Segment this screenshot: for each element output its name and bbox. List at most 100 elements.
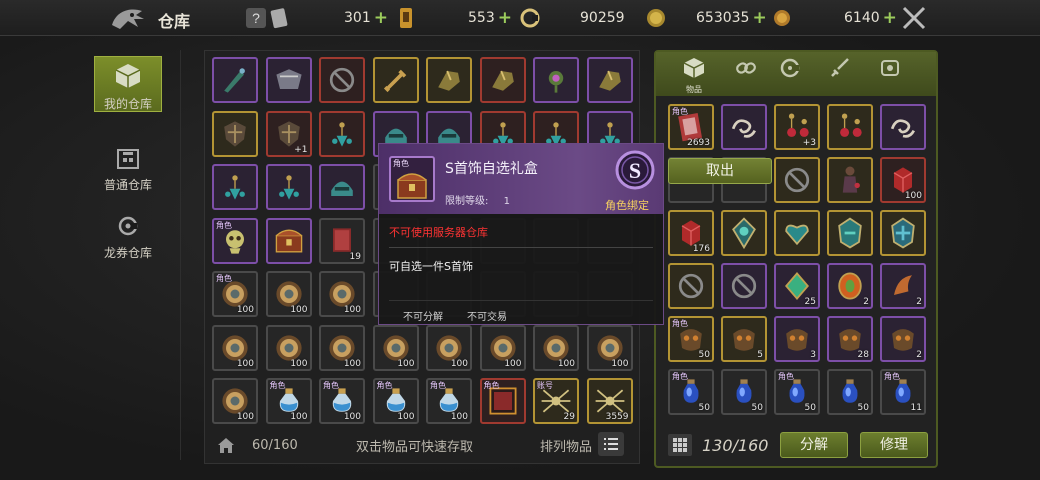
add-gold-button[interactable]: + — [752, 8, 766, 28]
storage-slot[interactable]: 角色 — [212, 217, 258, 264]
inventory-slot[interactable]: 25 — [774, 263, 820, 309]
inventory-slot[interactable]: +3 — [774, 104, 820, 150]
inventory-slot[interactable]: 角色 50 — [668, 316, 714, 362]
storage-slot[interactable]: 100 — [212, 378, 258, 424]
tab-quest[interactable] — [872, 56, 908, 92]
storage-slot[interactable]: 3559 — [586, 378, 633, 424]
inventory-slot[interactable]: 5 — [721, 316, 767, 362]
inventory-slot[interactable]: 3 — [774, 316, 820, 362]
tab-my-storage-label: 我的仓库 — [103, 97, 152, 111]
storage-slot[interactable] — [319, 57, 365, 103]
inventory-slot[interactable]: 2 — [880, 316, 926, 362]
tab-consumables[interactable] — [772, 56, 808, 92]
storage-slot[interactable] — [265, 57, 312, 103]
storage-slot[interactable]: 100 — [533, 324, 579, 371]
inventory-slot[interactable] — [880, 104, 926, 150]
inventory-slot[interactable] — [880, 210, 926, 256]
storage-slot[interactable]: +1 — [265, 110, 312, 157]
tab-dragon-voucher-storage[interactable]: 龙券仓库 — [94, 214, 162, 261]
inventory-slot[interactable]: 角色 11 — [880, 369, 926, 415]
storage-slot[interactable]: 角色 — [479, 378, 526, 424]
inventory-slot[interactable]: 100 — [880, 157, 926, 203]
currency-bronze-value: 6140 — [844, 10, 880, 26]
home-icon[interactable] — [216, 436, 236, 454]
inventory-slot[interactable]: 50 — [827, 369, 873, 415]
item-bind-tag: 角色 — [269, 381, 286, 390]
tooltip-flag-no-decompose: 不可分解 — [403, 312, 443, 323]
take-out-button[interactable]: 取出 — [668, 158, 772, 184]
storage-slot[interactable] — [586, 57, 633, 103]
inventory-slot[interactable] — [827, 104, 873, 150]
inventory-slot[interactable]: 50 — [721, 369, 767, 415]
storage-slot[interactable]: 100 — [265, 324, 312, 371]
figure-icon — [842, 166, 860, 193]
inventory-slot[interactable]: 角色 50 — [668, 369, 714, 415]
storage-slot[interactable]: 100 — [319, 271, 365, 317]
tab-items[interactable]: 物品 — [676, 56, 712, 94]
tab-accessories[interactable] — [728, 56, 764, 92]
storage-slot[interactable]: 100 — [319, 324, 365, 371]
gauntlet-icon — [438, 70, 460, 91]
help-icon[interactable]: ? — [244, 6, 268, 30]
storage-slot[interactable] — [319, 164, 365, 210]
inventory-slot[interactable]: 角色 50 — [774, 369, 820, 415]
inventory-slot[interactable]: 角色 2693 — [668, 104, 714, 150]
tab-weapons[interactable] — [822, 56, 858, 92]
item-count: 50 — [698, 350, 710, 360]
storage-slot[interactable]: 角色 100 — [212, 271, 258, 317]
decompose-button[interactable]: 分解 — [780, 432, 848, 458]
storage-slot[interactable]: 100 — [212, 324, 258, 371]
storage-slot[interactable]: 100 — [426, 324, 472, 371]
add-voucher-button[interactable]: + — [498, 8, 512, 28]
dragon-logo-icon — [112, 9, 144, 30]
storage-slot[interactable]: 角色 100 — [426, 378, 472, 424]
storage-slot[interactable] — [372, 57, 419, 103]
inventory-slot[interactable] — [668, 263, 714, 309]
sort-items-button[interactable] — [598, 432, 624, 456]
storage-slot[interactable] — [533, 57, 579, 103]
inventory-slot[interactable]: 28 — [827, 316, 873, 362]
storage-slot[interactable] — [479, 57, 526, 103]
grid-icon — [673, 438, 687, 452]
inventory-slot[interactable]: 176 — [668, 210, 714, 256]
storage-slot[interactable]: 19 — [319, 217, 365, 264]
storage-slot[interactable]: 100 — [479, 324, 526, 371]
storage-slot[interactable] — [212, 57, 258, 103]
storage-slot[interactable]: 角色 100 — [265, 378, 312, 424]
item-count: 2 — [863, 297, 869, 307]
storage-slot[interactable]: 账号 29 — [533, 378, 579, 424]
storage-slot[interactable] — [265, 164, 312, 210]
gold-coin-icon — [647, 9, 665, 27]
grid-view-button[interactable] — [668, 434, 692, 456]
tab-my-storage[interactable]: 我的仓库 — [94, 56, 162, 112]
repair-button[interactable]: 修理 — [860, 432, 928, 458]
add-bronze-button[interactable]: + — [883, 8, 897, 28]
add-ticket-button[interactable]: + — [374, 8, 388, 28]
inventory-slot[interactable] — [721, 210, 767, 256]
storage-slot[interactable]: 角色 100 — [372, 378, 419, 424]
storage-slot[interactable]: 100 — [586, 324, 633, 371]
inventory-slot[interactable] — [721, 104, 767, 150]
tooltip-level-requirement: 限制等级: 1 — [445, 192, 510, 207]
inventory-slot[interactable] — [774, 210, 820, 256]
inventory-slot[interactable] — [774, 157, 820, 203]
item-count: 25 — [804, 297, 816, 307]
sort-items-label[interactable]: 排列物品 — [540, 436, 592, 455]
storage-slot[interactable] — [265, 217, 312, 264]
storage-slot[interactable] — [319, 110, 365, 157]
storage-slot[interactable] — [426, 57, 472, 103]
gauntlet-icon — [598, 70, 621, 91]
close-crossed-swords-icon[interactable] — [900, 4, 928, 32]
storage-slot[interactable]: 角色 100 — [319, 378, 365, 424]
inventory-slot[interactable] — [721, 263, 767, 309]
inventory-slot[interactable]: 2 — [880, 263, 926, 309]
storage-slot[interactable] — [212, 164, 258, 210]
storage-slot[interactable]: 100 — [372, 324, 419, 371]
storage-slot[interactable]: 100 — [265, 271, 312, 317]
item-bind-tag: 角色 — [216, 220, 232, 230]
inventory-slot[interactable]: 2 — [827, 263, 873, 309]
storage-slot[interactable] — [212, 110, 258, 157]
inventory-slot[interactable] — [827, 157, 873, 203]
inventory-slot[interactable] — [827, 210, 873, 256]
tab-common-storage[interactable]: 普通仓库 — [94, 146, 162, 193]
